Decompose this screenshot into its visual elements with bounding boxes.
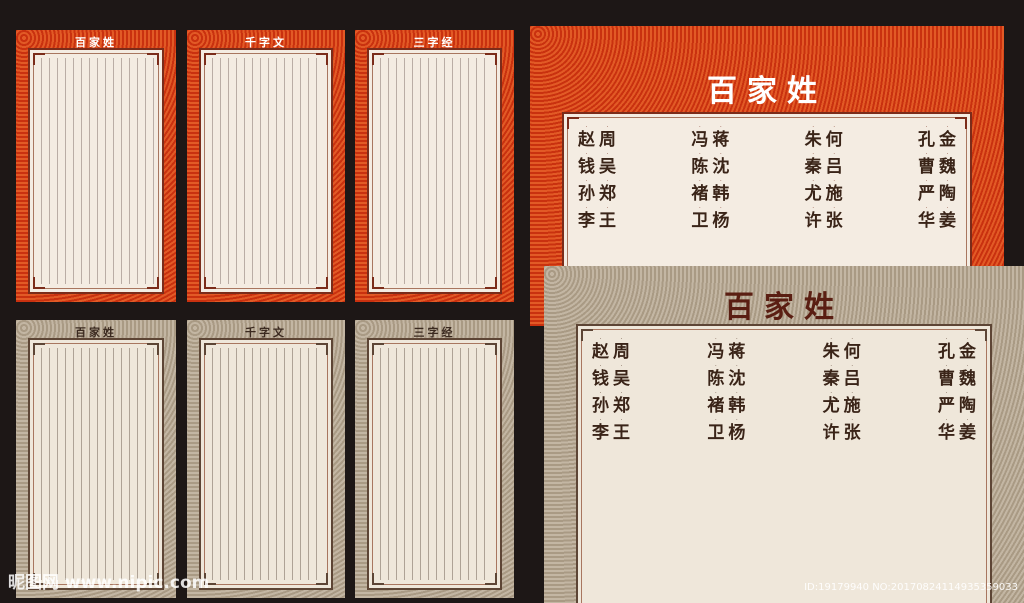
surname-char: 卫 xyxy=(691,211,709,231)
surname-char: 冯 xyxy=(691,130,709,150)
surname-char: 吴 xyxy=(599,157,616,177)
surname-char: 褚 xyxy=(691,184,709,204)
surname-char: 赵 xyxy=(578,130,595,150)
surname-columns: · 赵 · 钱 · 孙 · 李 · 周 · 吴 · 郑 · 王 · 冯 · 陈 · 褚 · 卫 · 蒋 · 沈 · 韩 · 杨 · 朱 · 秦 · 尤 · 许… xyxy=(592,336,976,603)
surname-char: 许 xyxy=(822,423,840,443)
surname-char: 钱 xyxy=(592,369,609,389)
small-panel-baijiaxing-red: 百家姓 xyxy=(16,30,176,302)
surname-char: 孙 xyxy=(592,396,609,416)
surname-column: · 周 · 吴 · 郑 · 王 xyxy=(613,336,630,603)
surname-char: 陈 xyxy=(707,369,725,389)
surname-char: 吴 xyxy=(613,369,630,389)
small-panel-baijiaxing-tan: 百家姓 xyxy=(16,320,176,598)
surname-column: · 朱 · 秦 · 尤 · 许 xyxy=(823,336,840,603)
surname-char: 孔 xyxy=(937,342,955,362)
surname-char: 郑 xyxy=(599,184,616,204)
surname-char: 华 xyxy=(917,211,935,231)
surname-column: · 何 · 吕 · 施 · 张 xyxy=(844,336,861,603)
watermark-logo: 昵图网 www.nipic.com xyxy=(8,573,210,593)
surname-group: · 朱 · 秦 · 尤 · 许 · 何 · 吕 · 施 · 张 xyxy=(823,336,861,603)
big-panel-title: 百家姓 xyxy=(707,74,827,109)
surname-char: 尤 xyxy=(804,184,822,204)
surname-char: 朱 xyxy=(822,342,840,362)
surname-char: 陶 xyxy=(958,396,976,416)
surname-char: 朱 xyxy=(804,130,822,150)
surname-char: 孙 xyxy=(578,184,595,204)
surname-char: 李 xyxy=(592,423,609,443)
surname-char: 周 xyxy=(599,130,616,150)
surname-column: · 冯 · 陈 · 褚 · 卫 xyxy=(707,336,724,603)
surname-char: 韩 xyxy=(712,184,730,204)
surname-char: 钱 xyxy=(578,157,595,177)
surname-char: 秦 xyxy=(804,157,822,177)
surname-char: 施 xyxy=(843,396,861,416)
surname-char: 曹 xyxy=(937,369,955,389)
surname-char: 赵 xyxy=(592,342,609,362)
surname-char: 严 xyxy=(917,184,935,204)
big-panel-baijiaxing-tan: 百家姓 · 赵 · 钱 · 孙 · 李 · 周 · 吴 · 郑 · 王 · 冯 · 陈 · 褚 · 卫 · 蒋 · 沈 · 韩 · 杨 · 朱 · 秦… xyxy=(544,266,1024,603)
surname-char: 蒋 xyxy=(712,130,730,150)
surname-char: 陈 xyxy=(691,157,709,177)
surname-char: 张 xyxy=(825,211,843,231)
surname-char: 张 xyxy=(843,423,861,443)
surname-char: 秦 xyxy=(822,369,840,389)
surname-char: 陶 xyxy=(938,184,956,204)
surname-char: 吕 xyxy=(825,157,843,177)
surname-char: 郑 xyxy=(613,396,630,416)
surname-column: · 金 · 魏 · 陶 · 姜 xyxy=(959,336,976,603)
surname-char: 金 xyxy=(938,130,956,150)
surname-char: 何 xyxy=(825,130,843,150)
surname-char: 魏 xyxy=(938,157,956,177)
surname-char: 金 xyxy=(958,342,976,362)
surname-char: 周 xyxy=(613,342,630,362)
surname-group: · 孔 · 曹 · 严 · 华 · 金 · 魏 · 陶 · 姜 xyxy=(938,336,976,603)
surname-char: 吕 xyxy=(843,369,861,389)
surname-char: 沈 xyxy=(728,369,746,389)
surname-char: 严 xyxy=(937,396,955,416)
surname-column: · 蒋 · 沈 · 韩 · 杨 xyxy=(728,336,745,603)
small-panel-sanzijing-tan: 三字经 xyxy=(355,320,514,598)
surname-char: 韩 xyxy=(728,396,746,416)
surname-column: · 孔 · 曹 · 严 · 华 xyxy=(938,336,955,603)
surname-char: 冯 xyxy=(707,342,725,362)
surname-char: 姜 xyxy=(938,211,956,231)
surname-char: 孔 xyxy=(917,130,935,150)
surname-char: 王 xyxy=(613,423,630,443)
surname-char: 华 xyxy=(937,423,955,443)
watermark-id: ID:19179940 NO:20170824114935359033 xyxy=(804,582,1018,593)
surname-char: 尤 xyxy=(822,396,840,416)
surname-group: · 冯 · 陈 · 褚 · 卫 · 蒋 · 沈 · 韩 · 杨 xyxy=(707,336,745,603)
surname-char: 沈 xyxy=(712,157,730,177)
surname-char: 姜 xyxy=(958,423,976,443)
surname-char: 王 xyxy=(599,211,616,231)
small-panel-qianziwen-tan: 千字文 xyxy=(187,320,345,598)
surname-char: 魏 xyxy=(958,369,976,389)
surname-char: 杨 xyxy=(728,423,746,443)
surname-char: 何 xyxy=(843,342,861,362)
big-panel-title: 百家姓 xyxy=(724,290,844,325)
surname-column: · 赵 · 钱 · 孙 · 李 xyxy=(592,336,609,603)
surname-char: 施 xyxy=(825,184,843,204)
surname-char: 褚 xyxy=(707,396,725,416)
surname-group: · 赵 · 钱 · 孙 · 李 · 周 · 吴 · 郑 · 王 xyxy=(592,336,630,603)
surname-char: 蒋 xyxy=(728,342,746,362)
surname-char: 曹 xyxy=(917,157,935,177)
surname-char: 李 xyxy=(578,211,595,231)
small-panel-qianziwen-red: 千字文 xyxy=(187,30,345,302)
surname-char: 许 xyxy=(804,211,822,231)
surname-char: 卫 xyxy=(707,423,725,443)
small-panel-sanzijing-red: 三字经 xyxy=(355,30,514,302)
surname-char: 杨 xyxy=(712,211,730,231)
